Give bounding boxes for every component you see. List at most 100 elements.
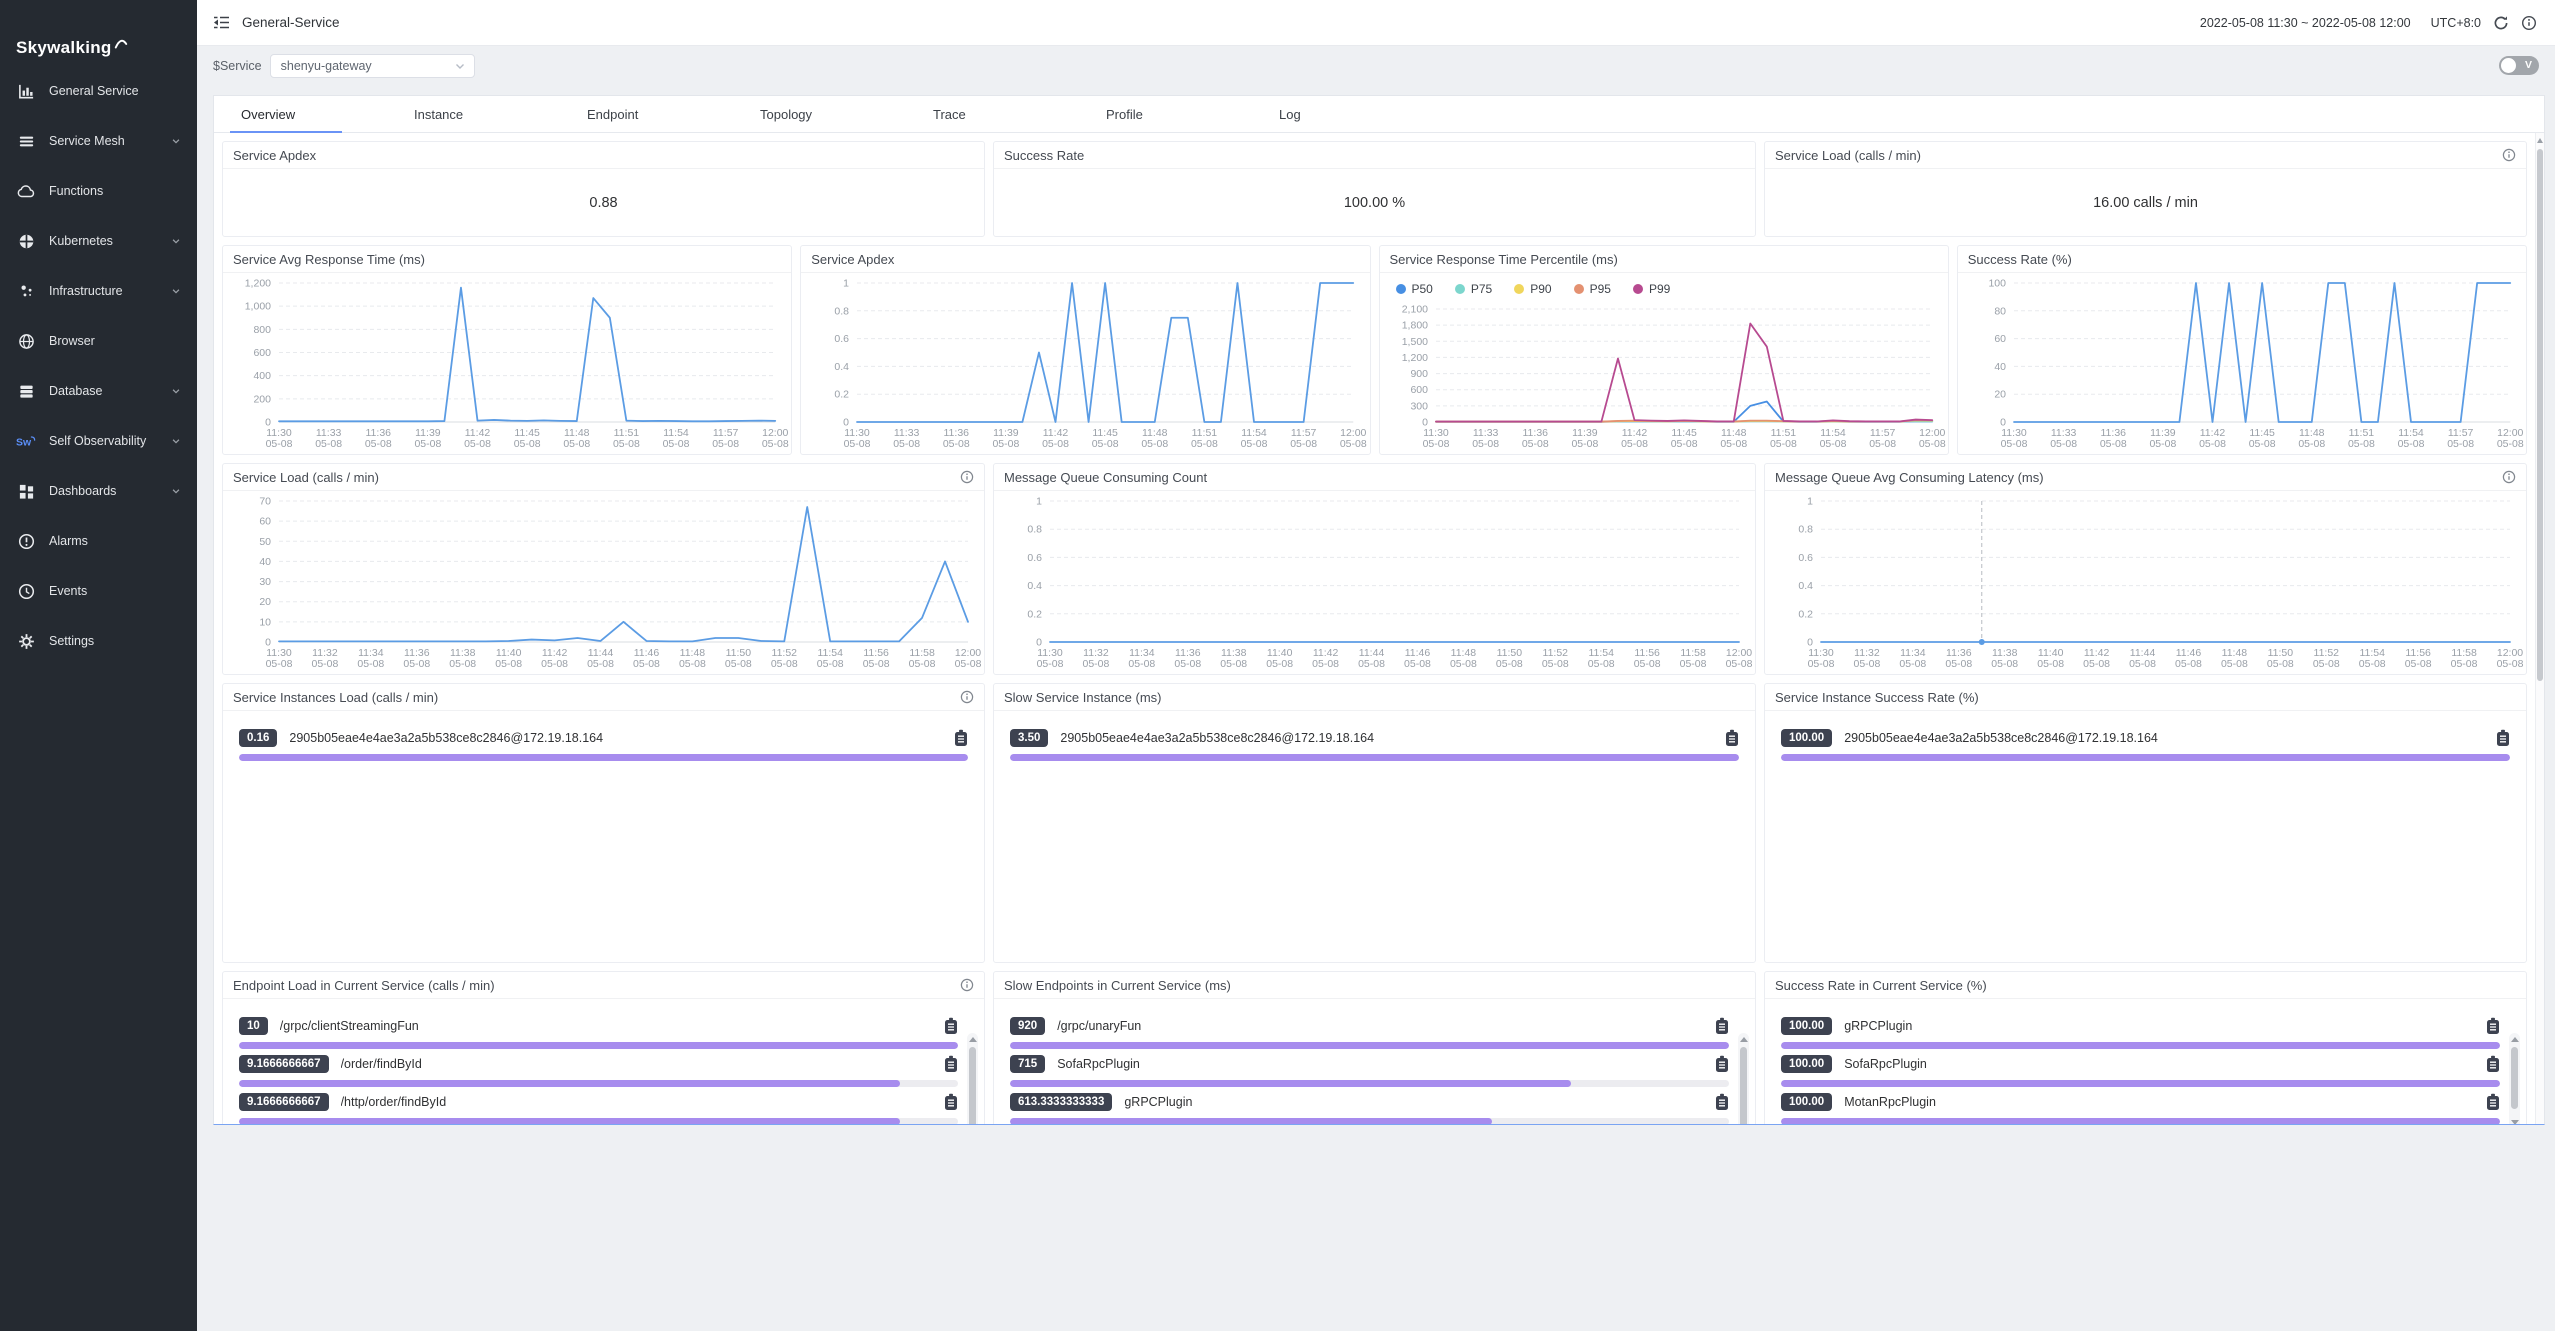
chart-canvas[interactable]: 00.20.40.60.8111:3005-0811:3205-0811:340… — [994, 491, 1755, 674]
svg-text:05-08: 05-08 — [1220, 658, 1247, 670]
list-scrollbar[interactable] — [967, 1033, 978, 1124]
refresh-icon[interactable] — [2493, 15, 2509, 31]
svg-text:100: 100 — [1988, 278, 2006, 290]
card-title-text: Success Rate (%) — [1968, 252, 2516, 267]
legend-dot — [1574, 284, 1584, 294]
sidebar-item-database[interactable]: Database — [0, 366, 197, 416]
chart-canvas[interactable]: 00.20.40.60.8111:3005-0811:3205-0811:340… — [1765, 491, 2526, 674]
scroll-up-arrow[interactable] — [1740, 1037, 1748, 1042]
sidebar-item-general-service[interactable]: General Service — [0, 66, 197, 116]
panel-scrollbar[interactable] — [2535, 133, 2544, 1124]
list-scrollbar[interactable] — [2509, 1033, 2520, 1124]
inspect-icon[interactable] — [944, 1017, 958, 1035]
inspect-icon[interactable] — [2486, 1093, 2500, 1111]
svg-text:05-08: 05-08 — [712, 438, 739, 450]
inspect-icon[interactable] — [1715, 1093, 1729, 1111]
inspect-icon[interactable] — [944, 1055, 958, 1073]
variables-bar: $Service shenyu-gateway V — [197, 46, 2555, 85]
inspect-icon[interactable] — [2486, 1055, 2500, 1073]
legend-item[interactable]: P95 — [1574, 282, 1611, 296]
chart-canvas[interactable]: 00.20.40.60.8111:3005-0811:3305-0811:360… — [801, 273, 1369, 454]
scroll-thumb[interactable] — [1740, 1047, 1747, 1124]
value-badge: 100.00 — [1781, 1093, 1832, 1111]
legend-item[interactable]: P50 — [1396, 282, 1433, 296]
chart-canvas[interactable]: 02040608010011:3005-0811:3305-0811:3605-… — [1958, 273, 2526, 454]
service-select[interactable]: shenyu-gateway — [270, 54, 475, 78]
value-badge: 100.00 — [1781, 729, 1832, 747]
tab-topology[interactable]: Topology — [743, 96, 916, 132]
app-logo[interactable]: Skywalking — [0, 0, 197, 58]
tab-endpoint[interactable]: Endpoint — [570, 96, 743, 132]
scroll-thumb[interactable] — [2511, 1047, 2518, 1109]
scroll-down-arrow[interactable] — [2511, 1120, 2519, 1124]
info-icon[interactable] — [2502, 470, 2516, 484]
toggle-knob — [2501, 58, 2516, 73]
inspect-icon[interactable] — [954, 729, 968, 747]
info-icon[interactable] — [960, 690, 974, 704]
sidebar-item-service-mesh[interactable]: Service Mesh — [0, 116, 197, 166]
inspect-icon[interactable] — [1715, 1017, 1729, 1035]
collapse-sidebar-icon[interactable] — [213, 15, 230, 30]
sidebar-item-settings[interactable]: Settings — [0, 616, 197, 666]
svg-text:05-08: 05-08 — [2100, 438, 2127, 450]
tab-label: Profile — [1106, 107, 1143, 122]
chart-legend: P50 P75 P90 P95 P99 — [1380, 273, 1948, 299]
inspect-icon[interactable] — [2496, 729, 2510, 747]
page-title: General-Service — [242, 15, 340, 30]
svg-text:05-08: 05-08 — [2083, 658, 2110, 670]
inspect-icon[interactable] — [1715, 1055, 1729, 1073]
scroll-thumb[interactable] — [2537, 149, 2543, 681]
row-label: 2905b05eae4e4ae3a2a5b538ce8c2846@172.19.… — [1844, 731, 2488, 745]
tab-log[interactable]: Log — [1262, 96, 1435, 132]
sidebar-item-kubernetes[interactable]: Kubernetes — [0, 216, 197, 266]
chart-canvas[interactable]: 02004006008001,0001,20011:3005-0811:3305… — [223, 273, 791, 454]
inspect-icon[interactable] — [944, 1093, 958, 1111]
svg-text:05-08: 05-08 — [2298, 438, 2325, 450]
inspect-icon[interactable] — [1725, 729, 1739, 747]
scroll-up-arrow[interactable] — [969, 1037, 977, 1042]
sidebar-item-dashboards[interactable]: Dashboards — [0, 466, 197, 516]
inspect-icon[interactable] — [2486, 1017, 2500, 1035]
sidebar-item-functions[interactable]: Functions — [0, 166, 197, 216]
legend-item[interactable]: P75 — [1455, 282, 1492, 296]
scroll-up-arrow[interactable] — [2537, 138, 2543, 143]
view-mode-toggle[interactable]: V — [2499, 56, 2539, 75]
progress-fill — [239, 1118, 900, 1124]
card-header: Message Queue Avg Consuming Latency (ms) — [1765, 464, 2526, 491]
chart-canvas[interactable]: 03006009001,2001,5001,8002,10011:3005-08… — [1380, 299, 1948, 454]
legend-item[interactable]: P90 — [1514, 282, 1551, 296]
timezone-label[interactable]: UTC+8:0 — [2431, 16, 2481, 30]
info-icon[interactable] — [2521, 15, 2537, 31]
info-icon[interactable] — [960, 978, 974, 992]
tab-overview[interactable]: Overview — [224, 96, 397, 132]
tab-instance[interactable]: Instance — [397, 96, 570, 132]
list-item: 715SofaRpcPlugin — [1010, 1053, 1729, 1087]
list-rows: 10/grpc/clientStreamingFun9.1666666667/o… — [223, 999, 984, 1124]
scroll-thumb[interactable] — [969, 1047, 976, 1124]
scroll-up-arrow[interactable] — [2511, 1037, 2519, 1042]
sidebar-item-alarms[interactable]: Alarms — [0, 516, 197, 566]
svg-text:05-08: 05-08 — [817, 658, 844, 670]
chart-message_queue_avg_consuming_latency: 00.20.40.60.8111:3005-0811:3205-0811:340… — [1765, 491, 2526, 674]
sidebar-item-events[interactable]: Events — [0, 566, 197, 616]
info-icon[interactable] — [2502, 148, 2516, 162]
info-icon[interactable] — [960, 470, 974, 484]
chart-canvas[interactable]: 01020304050607011:3005-0811:3205-0811:34… — [223, 491, 984, 674]
svg-text:05-08: 05-08 — [993, 438, 1020, 450]
legend-item[interactable]: P99 — [1633, 282, 1670, 296]
svg-text:800: 800 — [253, 324, 271, 336]
sidebar-item-self-observability[interactable]: SwSelf Observability — [0, 416, 197, 466]
svg-text:200: 200 — [253, 393, 271, 405]
svg-text:05-08: 05-08 — [312, 658, 339, 670]
svg-text:0.2: 0.2 — [1027, 608, 1042, 620]
sidebar-item-infrastructure[interactable]: Infrastructure — [0, 266, 197, 316]
tab-trace[interactable]: Trace — [916, 96, 1089, 132]
tab-label: Log — [1279, 107, 1301, 122]
sidebar-item-browser[interactable]: Browser — [0, 316, 197, 366]
dashboard-content: Service Apdex0.88Success Rate100.00 %Ser… — [214, 133, 2535, 1124]
time-range[interactable]: 2022-05-08 11:30 ~ 2022-05-08 12:00 — [2200, 16, 2411, 30]
dots-cluster-icon — [16, 283, 36, 300]
tab-profile[interactable]: Profile — [1089, 96, 1262, 132]
list-scrollbar[interactable] — [1738, 1033, 1749, 1124]
svg-text:05-08: 05-08 — [1092, 438, 1119, 450]
